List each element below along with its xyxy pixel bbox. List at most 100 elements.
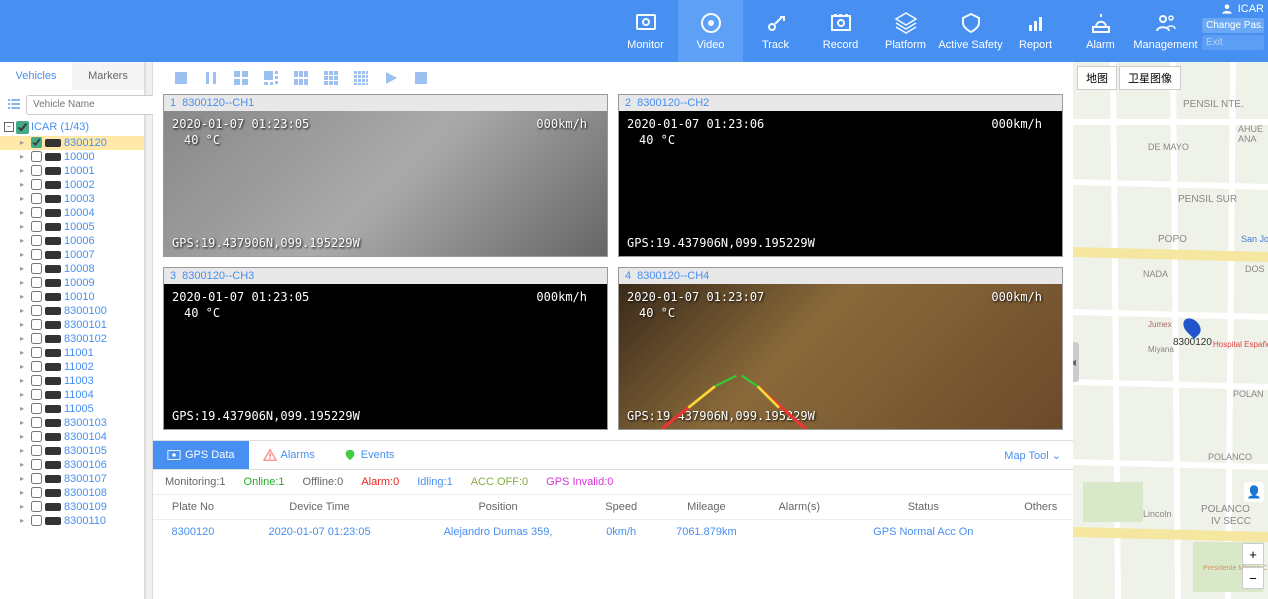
svg-text:POLANCO: POLANCO	[1201, 504, 1250, 515]
table-header: Speed	[590, 495, 653, 520]
table-header: Position	[406, 495, 590, 520]
video-toolbar	[153, 62, 1073, 94]
play-icon[interactable]	[383, 70, 399, 86]
nav-active-safety[interactable]: Active Safety	[938, 0, 1003, 62]
table-header: Device Time	[233, 495, 406, 520]
panel-divider[interactable]	[145, 62, 153, 599]
table-row[interactable]: 83001202020-01-07 01:23:05 Alejandro Dum…	[153, 520, 1073, 545]
tree-item[interactable]: ▸8300100	[0, 304, 144, 318]
map-type-satellite[interactable]: 卫星图像	[1119, 66, 1181, 90]
tree-item[interactable]: ▸10002	[0, 178, 144, 192]
status-alarm: Alarm:0	[361, 476, 399, 488]
tree-item[interactable]: ▸11004	[0, 388, 144, 402]
tree-item[interactable]: ▸8300106	[0, 458, 144, 472]
user-panel: ICAR Change Pas... Exit	[1198, 0, 1268, 62]
table-header: Plate No	[153, 495, 233, 520]
table-header: Status	[838, 495, 1008, 520]
map-panel[interactable]: PENSIL NTE. AHUE ANA DE MAYO PENSIL SUR …	[1073, 62, 1268, 599]
nav-record[interactable]: Record	[808, 0, 873, 62]
tab-vehicles[interactable]: Vehicles	[0, 62, 72, 90]
grid4x4-icon[interactable]	[353, 70, 369, 86]
tree-item[interactable]: ▸8300120	[0, 136, 144, 150]
nav-platform[interactable]: Platform	[873, 0, 938, 62]
nav-track[interactable]: Track	[743, 0, 808, 62]
zoom-in-button[interactable]: +	[1242, 543, 1264, 565]
svg-text:POPO: POPO	[1158, 234, 1187, 245]
grid3x3-icon[interactable]	[323, 70, 339, 86]
nav-management[interactable]: Management	[1133, 0, 1198, 62]
tree-item[interactable]: ▸10009	[0, 276, 144, 290]
nav-alarm[interactable]: Alarm	[1068, 0, 1133, 62]
bottom-tabs: GPS Data Alarms Events Map Tool ⌄	[153, 440, 1073, 470]
tree-item[interactable]: ▸11001	[0, 346, 144, 360]
zoom-out-button[interactable]: −	[1242, 567, 1264, 589]
status-gpsinvalid: GPS Invalid:0	[546, 476, 613, 488]
tree-item[interactable]: ▸10007	[0, 248, 144, 262]
tree-item[interactable]: ▸10008	[0, 262, 144, 276]
status-accoff: ACC OFF:0	[471, 476, 528, 488]
table-header: Alarm(s)	[760, 495, 838, 520]
tree-item[interactable]: ▸10006	[0, 234, 144, 248]
map-marker[interactable]: 8300120	[1173, 317, 1212, 348]
tab-events[interactable]: Events	[329, 441, 409, 469]
tree-item[interactable]: ▸8300108	[0, 486, 144, 500]
change-password-button[interactable]: Change Pas...	[1202, 18, 1264, 33]
tree-item[interactable]: ▸8300103	[0, 416, 144, 430]
chevron-down-icon: ⌄	[1052, 450, 1061, 462]
video-panel[interactable]: 18300120--CH12020-01-07 01:23:0540 °C000…	[163, 94, 608, 257]
data-table: Plate NoDevice TimePositionSpeedMileageA…	[153, 494, 1073, 544]
grid3x2-icon[interactable]	[293, 70, 309, 86]
status-row: Monitoring:1 Online:1 Offline:0 Alarm:0 …	[153, 470, 1073, 494]
streetview-icon[interactable]: 👤	[1244, 482, 1264, 502]
tree-item[interactable]: ▸10010	[0, 290, 144, 304]
map-type-map[interactable]: 地图	[1077, 66, 1117, 90]
stop2-icon[interactable]	[413, 70, 429, 86]
svg-text:AHUE: AHUE	[1238, 124, 1263, 134]
tree-item[interactable]: ▸10004	[0, 206, 144, 220]
vehicle-tree[interactable]: − ICAR (1/43) ▸8300120▸10000▸10001▸10002…	[0, 119, 144, 599]
tree-item[interactable]: ▸10005	[0, 220, 144, 234]
table-header: Mileage	[652, 495, 760, 520]
svg-text:Hospital Español: Hospital Español	[1213, 340, 1268, 349]
user-icon	[1220, 2, 1234, 16]
nav-video[interactable]: Video	[678, 0, 743, 62]
stop-icon[interactable]	[173, 70, 189, 86]
video-grid: 18300120--CH12020-01-07 01:23:0540 °C000…	[153, 94, 1073, 430]
video-panel[interactable]: 38300120--CH32020-01-07 01:23:0540 °C000…	[163, 267, 608, 430]
video-panel[interactable]: 48300120--CH42020-01-07 01:23:0740 °C000…	[618, 267, 1063, 430]
svg-text:ANA: ANA	[1238, 134, 1257, 144]
svg-text:Miyana: Miyana	[1148, 345, 1174, 354]
tree-item[interactable]: ▸11003	[0, 374, 144, 388]
svg-text:Jumex: Jumex	[1148, 320, 1172, 329]
pause-icon[interactable]	[203, 70, 219, 86]
tree-item[interactable]: ▸11002	[0, 360, 144, 374]
svg-text:PENSIL SUR: PENSIL SUR	[1178, 194, 1237, 205]
tree-item[interactable]: ▸10000	[0, 150, 144, 164]
tab-gps-data[interactable]: GPS Data	[153, 441, 249, 469]
tree-item[interactable]: ▸8300104	[0, 430, 144, 444]
svg-text:San Joaquin: San Joaquin	[1241, 234, 1268, 244]
tree-item[interactable]: ▸8300105	[0, 444, 144, 458]
tree-item[interactable]: ▸10001	[0, 164, 144, 178]
tree-item[interactable]: ▸8300102	[0, 332, 144, 346]
nav-monitor[interactable]: Monitor	[613, 0, 678, 62]
tree-root[interactable]: − ICAR (1/43)	[0, 119, 144, 136]
map-tool-dropdown[interactable]: Map Tool ⌄	[1004, 449, 1073, 462]
tab-alarms[interactable]: Alarms	[249, 441, 329, 469]
video-panel[interactable]: 28300120--CH22020-01-07 01:23:0640 °C000…	[618, 94, 1063, 257]
tree-item[interactable]: ▸10003	[0, 192, 144, 206]
svg-text:DE MAYO: DE MAYO	[1148, 142, 1189, 152]
exit-button[interactable]: Exit	[1202, 35, 1264, 50]
grid1-3-icon[interactable]	[263, 70, 279, 86]
grid2x2-icon[interactable]	[233, 70, 249, 86]
tree-item[interactable]: ▸11005	[0, 402, 144, 416]
tree-item[interactable]: ▸8300107	[0, 472, 144, 486]
tree-item[interactable]: ▸8300101	[0, 318, 144, 332]
list-icon[interactable]	[6, 96, 22, 112]
tree-item[interactable]: ▸8300109	[0, 500, 144, 514]
tab-markers[interactable]: Markers	[72, 62, 144, 90]
tree-item[interactable]: ▸8300110	[0, 514, 144, 528]
nav-report[interactable]: Report	[1003, 0, 1068, 62]
map-expand-handle[interactable]: ◀	[1073, 342, 1079, 382]
center-panel: 18300120--CH12020-01-07 01:23:0540 °C000…	[153, 62, 1073, 599]
